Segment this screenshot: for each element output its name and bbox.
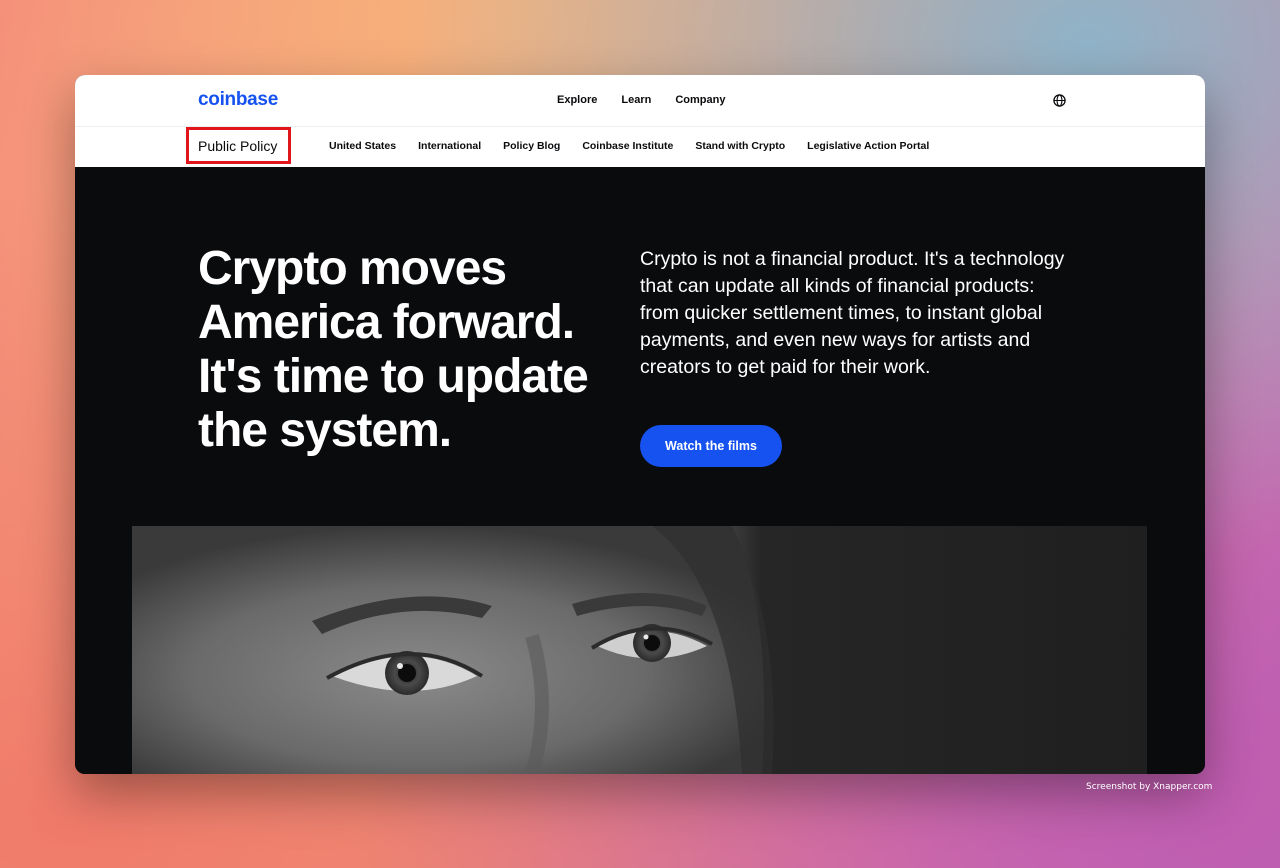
hero-subtext: Crypto is not a financial product. It's … (640, 248, 1065, 378)
nav-company[interactable]: Company (675, 94, 725, 106)
nav-learn[interactable]: Learn (621, 94, 651, 106)
subnav-coinbase-institute[interactable]: Coinbase Institute (582, 140, 673, 152)
watch-films-button[interactable]: Watch the films (640, 425, 782, 467)
subnav-links: United States International Policy Blog … (329, 140, 929, 152)
subnav-stand-with-crypto[interactable]: Stand with Crypto (695, 140, 785, 152)
globe-icon[interactable] (1053, 94, 1066, 107)
main-nav: Explore Learn Company (557, 94, 725, 106)
policy-subnav: Public Policy United States Internationa… (75, 127, 1205, 167)
hero-headline: Crypto moves America forward. It's time … (198, 242, 589, 457)
browser-window: coinbase Explore Learn Company Public Po… (75, 75, 1205, 774)
nav-explore[interactable]: Explore (557, 94, 597, 106)
subnav-united-states[interactable]: United States (329, 140, 396, 152)
top-navigation: coinbase Explore Learn Company (75, 75, 1205, 127)
hero-video-thumbnail[interactable] (132, 526, 1147, 774)
coinbase-logo[interactable]: coinbase (198, 89, 278, 111)
subnav-legislative-action-portal[interactable]: Legislative Action Portal (807, 140, 929, 152)
public-policy-link[interactable]: Public Policy (186, 127, 291, 164)
subnav-policy-blog[interactable]: Policy Blog (503, 140, 560, 152)
face-image (132, 526, 774, 774)
screenshot-credit: Screenshot by Xnapper.com (1086, 782, 1213, 792)
subnav-international[interactable]: International (418, 140, 481, 152)
hero-section: Crypto moves America forward. It's time … (75, 167, 1205, 774)
